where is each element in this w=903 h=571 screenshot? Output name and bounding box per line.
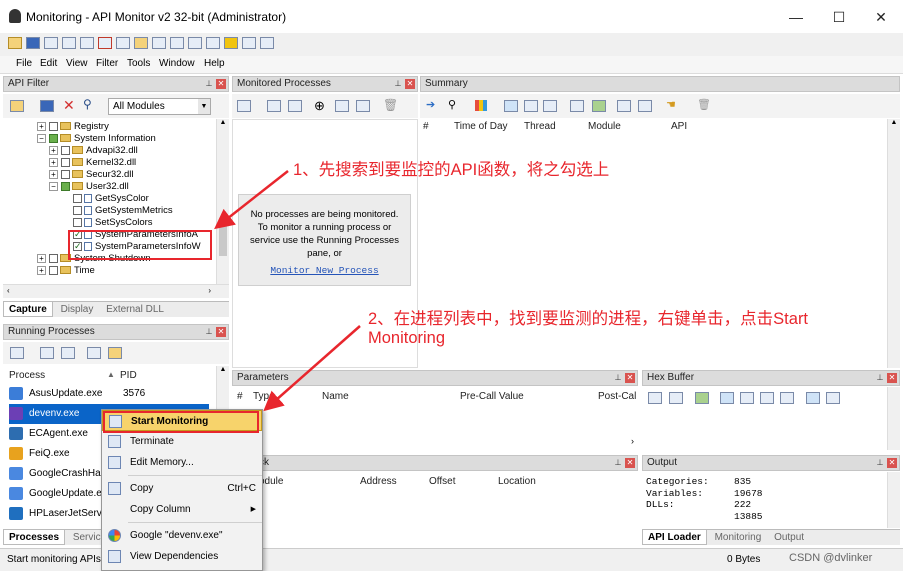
- annotation-step1: 1、先搜索到要监控的API函数，将之勾选上: [293, 161, 610, 179]
- arrow-to-start-monitoring: [263, 325, 361, 412]
- annotation-arrows: [214, 170, 361, 412]
- arrow-to-apis: [214, 170, 289, 230]
- annotation-step2-line2: Monitoring: [368, 329, 446, 347]
- annotation-step2-line1: 2、在进程列表中，找到要监测的进程，右键单击，点击Start: [368, 310, 809, 328]
